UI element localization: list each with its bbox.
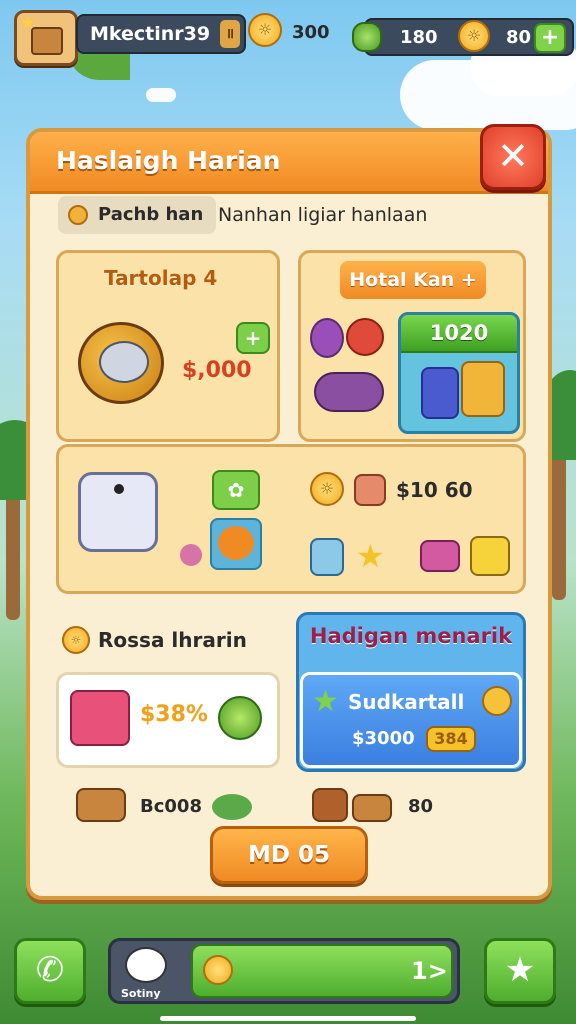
peach-fruit-icon xyxy=(218,526,254,560)
mascot-icon xyxy=(78,322,164,404)
reward-icon[interactable]: ✿ xyxy=(212,470,260,510)
row-right-label: 80 xyxy=(408,796,434,817)
food-icon xyxy=(314,372,384,412)
add-button[interactable]: + xyxy=(236,322,270,354)
close-button[interactable]: ✕ xyxy=(480,124,546,190)
coin-icon xyxy=(68,205,88,225)
add-currency-button[interactable]: + xyxy=(534,23,566,53)
gem-count: 180 xyxy=(400,27,438,48)
star-icon: ★ xyxy=(312,684,339,719)
crate-icon xyxy=(76,788,126,822)
flower-icon xyxy=(180,544,202,566)
coin-icon: ☼ xyxy=(62,626,90,654)
gift-bag-icon xyxy=(70,690,130,746)
panel-title: Haslaigh Harian xyxy=(56,146,281,175)
star-button[interactable]: ★ xyxy=(484,938,556,1004)
offer-value: 1020 xyxy=(401,315,517,353)
avatar[interactable]: ★ xyxy=(14,10,78,66)
pause-icon[interactable]: ॥ xyxy=(220,20,240,48)
rossa-label: Rossa lhrarin xyxy=(98,628,247,652)
blue-tag: 384 xyxy=(426,726,476,752)
card-icon xyxy=(470,536,510,576)
subtab-description: Nanhan ligiar hanlaan xyxy=(218,204,428,226)
panel-header: Haslaigh Harian xyxy=(30,132,548,194)
hotal-title: Hotal Kan + xyxy=(340,261,486,299)
card-title: Tartolap 4 xyxy=(104,266,218,290)
crate-icon xyxy=(354,474,386,506)
melon-icon xyxy=(218,696,262,740)
coin-count: 300 xyxy=(292,22,330,43)
phone-button[interactable]: ✆ xyxy=(14,938,86,1004)
star-icon: ★ xyxy=(356,537,385,575)
row-left-label: Bc008 xyxy=(140,796,202,817)
pet-bar[interactable]: Sotiny 1> xyxy=(108,938,460,1004)
cloud xyxy=(146,88,176,102)
home-indicator xyxy=(160,1016,416,1021)
gift-box-icon xyxy=(461,361,505,417)
coin-icon-2: ☼ xyxy=(458,20,490,52)
orange-icon: ☼ xyxy=(310,472,344,506)
gem-icon xyxy=(352,22,382,52)
pet-label: Sotiny xyxy=(121,987,161,1000)
pet-icon xyxy=(125,947,167,983)
card-price: $,000 xyxy=(182,358,252,383)
middle-price: $10 60 xyxy=(396,478,473,502)
subtab-label: Pachb han xyxy=(98,204,204,225)
blue-title: Hadigan menarik xyxy=(309,624,513,648)
player-name-text: Mkectinr39 xyxy=(90,23,211,45)
crate-icon-3 xyxy=(352,794,392,822)
subtab-pachb-han[interactable]: Pachb han xyxy=(58,196,216,234)
juice-icon xyxy=(310,538,344,576)
blue-name: Sudkartall xyxy=(348,690,465,714)
player-name[interactable]: Mkectinr39 ॥ xyxy=(76,14,246,54)
coin-icon xyxy=(482,686,512,716)
crate-icon xyxy=(31,27,63,55)
dice-dot xyxy=(114,484,124,494)
offer-bundle[interactable]: 1020 xyxy=(398,312,520,434)
currency2-count: 80 xyxy=(506,27,532,48)
blue-price: $3000 xyxy=(352,728,415,749)
mascot-face xyxy=(99,341,149,383)
resource-pill: 180 ☼ 80 + xyxy=(352,18,574,56)
top-bar: ★ Mkectinr39 ॥ ☼ 300 180 ☼ 80 + xyxy=(10,8,574,66)
gift-box-icon xyxy=(421,367,459,419)
coin-icon xyxy=(203,955,233,985)
crate-icon-2 xyxy=(312,788,348,822)
star-icon: ★ xyxy=(21,13,36,32)
eggplant-icon xyxy=(310,318,344,358)
next-arrow[interactable]: 1> xyxy=(411,957,448,985)
tomato-icon xyxy=(346,318,384,356)
frog-icon xyxy=(212,794,252,820)
white-price: $38% xyxy=(140,702,208,727)
coin-icon: ☼ xyxy=(248,13,282,47)
treasure-icon xyxy=(420,540,460,572)
claim-button[interactable]: MD 05 xyxy=(210,826,368,884)
